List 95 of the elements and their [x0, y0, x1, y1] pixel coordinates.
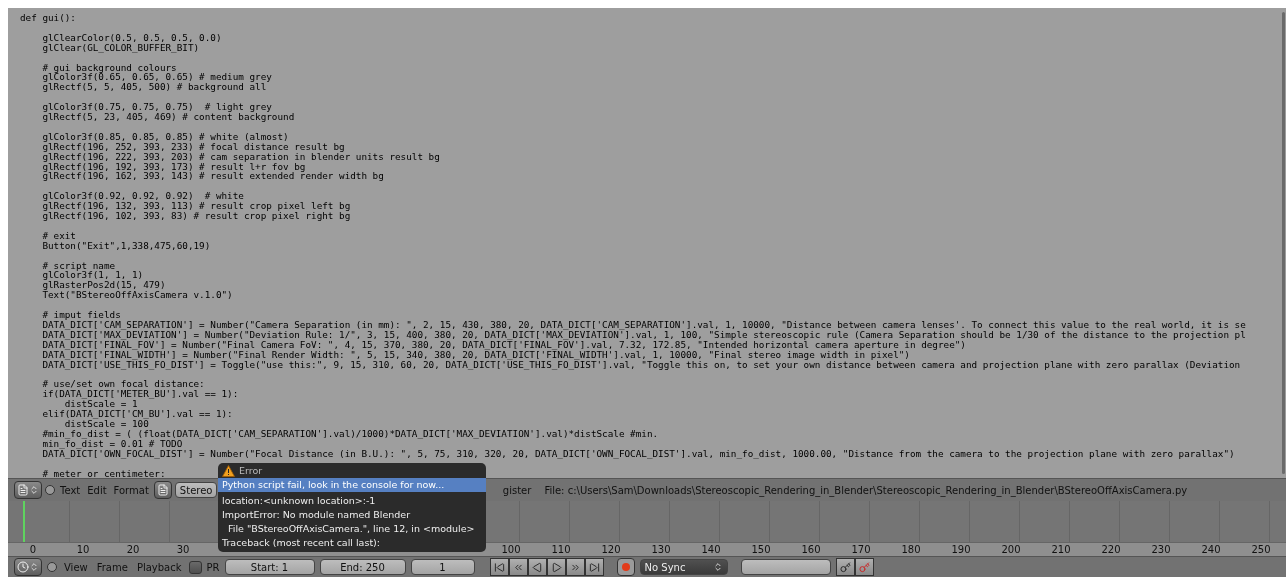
frame-number: 10 — [75, 543, 91, 557]
preview-range-checkbox[interactable] — [188, 560, 202, 574]
menu-item[interactable]: Frame — [94, 561, 130, 573]
frame-number: 100 — [500, 543, 522, 557]
editor-type-button[interactable] — [14, 481, 42, 500]
up-down-icon — [712, 562, 723, 573]
register-label: gister — [502, 484, 532, 496]
code-line: DATA_DICT['USE_THIS_FO_DIST'] = Toggle("use this:", 9, 15, 310, 60, 20, DATA_DICT['USE_THIS_FO_DIST'].val, "Toggle this on, to set your own distance between camera and projection plane with zero parallax (Deviation — [41, 359, 1241, 370]
up-down-icon — [29, 485, 39, 496]
record-button[interactable] — [616, 558, 635, 577]
code-line: glRectf(196, 192, 393, 173) # result l+r fov bg — [41, 161, 306, 172]
play-icon — [550, 561, 562, 573]
frame-number: 120 — [600, 543, 622, 557]
code-line: glRectf(196, 132, 393, 113) # result crop pixel left bg — [41, 201, 351, 212]
start-frame-field[interactable]: Start: 1 — [224, 559, 315, 576]
popup-item[interactable]: ImportError: No module named Blender — [218, 508, 486, 522]
menu-item[interactable]: Format — [111, 484, 151, 496]
code-line: glClearColor(0.5, 0.5, 0.5, 0.0) — [41, 32, 222, 43]
menu-item[interactable]: Text — [58, 484, 83, 496]
checkbox-label: PR — [206, 561, 220, 573]
frame-number: 250 — [1250, 543, 1272, 557]
collapse-icon[interactable] — [47, 562, 57, 573]
popup-item[interactable]: location:<unknown location>:-1 — [218, 494, 486, 508]
code-line: glRasterPos2d(15, 479) — [41, 280, 166, 291]
frame-number: 190 — [950, 543, 972, 557]
code-line: distScale = 1 — [64, 399, 138, 410]
code-line: glRectf(5, 5, 405, 500) # background all — [41, 82, 267, 93]
current-frame-field[interactable]: 1 — [410, 559, 475, 576]
code-line: glRectf(196, 252, 393, 233) # focal distance result bg — [41, 141, 345, 152]
code-line: if(DATA_DICT['METER_BU'].val == 1): — [41, 389, 239, 400]
code-line: Button("Exit",1,338,475,60,19) — [41, 240, 211, 251]
code-line: glRectf(196, 102, 393, 83) # result crop pixel right bg — [41, 211, 351, 221]
text-block-field[interactable]: Stereo — [174, 482, 217, 499]
key-icon — [839, 561, 851, 573]
sync-dropdown[interactable]: No Sync — [639, 559, 728, 576]
code-line: glClear(GL_COLOR_BUFFER_BIT) — [41, 42, 200, 53]
keying-set-field[interactable] — [740, 559, 831, 576]
popup-item[interactable]: Python script fail, look in the console for now... — [218, 478, 486, 492]
skip-back-icon — [493, 561, 505, 573]
code-line: distScale = 100 — [64, 419, 149, 429]
code-line: glRectf(196, 162, 393, 143) # result extended render width bg — [41, 171, 384, 182]
jump-start-button[interactable] — [489, 558, 509, 577]
frame-number: 150 — [750, 543, 772, 557]
frame-number: 200 — [1000, 543, 1022, 557]
frame-number: 0 — [28, 543, 38, 557]
file-path: File: c:\Users\Sam\Downloads\Stereoscopic_Rendering_in_Blender\Stereoscopic_Rendering_in_Blender\BStereoOffAxisCamera.py — [544, 484, 1188, 496]
key-button[interactable] — [835, 558, 855, 577]
document-icon — [156, 484, 169, 497]
frame-number: 210 — [1050, 543, 1072, 557]
code-line: # gui background colours — [41, 62, 177, 73]
frame-number: 140 — [700, 543, 722, 557]
editor-type-button[interactable] — [14, 558, 42, 577]
document-icon — [17, 484, 29, 497]
code-line: def gui(): — [20, 13, 76, 23]
popup-item[interactable]: File "BStereoOffAxisCamera.", line 12, in <module> — [218, 522, 486, 536]
frame-number: 30 — [175, 543, 191, 557]
end-frame-field[interactable]: End: 250 — [319, 559, 406, 576]
key-icon — [858, 561, 870, 573]
code-line: #min_fo_dist = ( (float(DATA_DICT['CAM_SEPARATION'].val)/1000)*DATA_DICT['MAX_DEVIATION'].val)*distScale #min. — [41, 428, 659, 439]
reverse-play-icon — [531, 561, 543, 573]
popup-item[interactable]: Traceback (most recent call last): — [218, 536, 486, 550]
popup-title: Error — [239, 465, 263, 476]
code-line: Text("BStereoOffAxisCamera v.1.0") — [41, 290, 233, 301]
menu-item[interactable]: Edit — [85, 484, 109, 496]
frame-number: 130 — [650, 543, 672, 557]
code-line: elif(DATA_DICT['CM_BU'].val == 1): — [41, 409, 233, 419]
collapse-icon[interactable] — [45, 485, 55, 496]
frame-number: 230 — [1150, 543, 1172, 557]
frame-number: 180 — [900, 543, 922, 557]
code-line: glRectf(196, 222, 393, 203) # cam separation in blender units result bg — [41, 151, 440, 162]
menu-item[interactable]: View — [62, 561, 90, 573]
code-line: # meter or centimeter: — [41, 468, 166, 479]
menu-item[interactable]: Playback — [134, 561, 184, 573]
code-line: glColor3f(0.92, 0.92, 0.92) # white — [41, 191, 244, 202]
code-line: glColor3f(0.85, 0.85, 0.85) # white (almost) — [41, 131, 289, 142]
code-line: glColor3f(0.65, 0.65, 0.65) # medium grey — [41, 72, 272, 83]
scrollbar[interactable] — [1282, 12, 1285, 474]
code-line: glColor3f(1, 1, 1) — [41, 270, 144, 281]
code-line: # exit — [41, 230, 76, 241]
frame-number: 110 — [550, 543, 572, 557]
frame-number: 170 — [850, 543, 872, 557]
code-line: glColor3f(0.75, 0.75, 0.75) # light grey — [41, 102, 272, 112]
frame-number: 160 — [800, 543, 822, 557]
code-line: # script name — [41, 260, 116, 271]
frame-number: 20 — [125, 543, 141, 557]
skip-forward-icon — [588, 561, 600, 573]
frame-number: 220 — [1100, 543, 1122, 557]
text-browse-button[interactable] — [153, 481, 172, 500]
code-line: # use/set own focal distance: — [41, 379, 205, 390]
clock-icon — [17, 561, 29, 574]
code-editor[interactable] — [8, 8, 1286, 478]
up-down-icon — [29, 562, 39, 573]
frame-number: 240 — [1200, 543, 1222, 557]
code-line: # imput fields — [41, 310, 121, 320]
code-line: glRectf(5, 23, 405, 469) # content background — [41, 112, 295, 122]
